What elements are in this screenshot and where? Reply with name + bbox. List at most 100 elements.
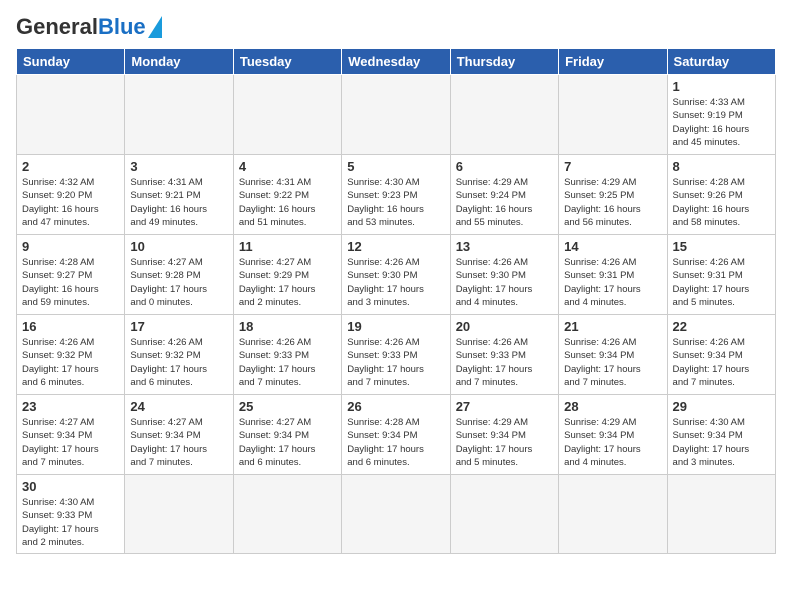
day-info: Sunrise: 4:29 AM Sunset: 9:24 PM Dayligh…	[456, 176, 553, 229]
header: GeneralBlue	[16, 16, 776, 38]
day-info: Sunrise: 4:26 AM Sunset: 9:33 PM Dayligh…	[347, 336, 444, 389]
calendar-day-cell: 13 Sunrise: 4:26 AM Sunset: 9:30 PM Dayli…	[450, 235, 558, 315]
day-info: Sunrise: 4:27 AM Sunset: 9:34 PM Dayligh…	[22, 416, 119, 469]
calendar-day-cell: 8Sunrise: 4:28 AM Sunset: 9:26 PM Daylig…	[667, 155, 775, 235]
calendar-day-cell: 1 Sunrise: 4:33 AM Sunset: 9:19 PM Daylig…	[667, 75, 775, 155]
day-info: Sunrise: 4:30 AM Sunset: 9:33 PM Dayligh…	[22, 496, 119, 549]
day-number: 11	[239, 239, 336, 254]
calendar-day-cell	[450, 475, 558, 554]
day-number: 21	[564, 319, 661, 334]
calendar-day-cell	[559, 475, 667, 554]
day-number: 7	[564, 159, 661, 174]
calendar-day-cell: 22 Sunrise: 4:26 AM Sunset: 9:34 PM Dayli…	[667, 315, 775, 395]
day-number: 5	[347, 159, 444, 174]
day-info: Sunrise: 4:31 AM Sunset: 9:21 PM Dayligh…	[130, 176, 227, 229]
calendar-day-cell	[125, 475, 233, 554]
logo-blue: Blue	[98, 14, 146, 39]
day-number: 22	[673, 319, 770, 334]
calendar-day-cell	[559, 75, 667, 155]
day-number: 1	[673, 79, 770, 94]
calendar-week-row: 1 Sunrise: 4:33 AM Sunset: 9:19 PM Daylig…	[17, 75, 776, 155]
calendar-week-row: 30Sunrise: 4:30 AM Sunset: 9:33 PM Dayli…	[17, 475, 776, 554]
day-info: Sunrise: 4:31 AM Sunset: 9:22 PM Dayligh…	[239, 176, 336, 229]
day-info: Sunrise: 4:26 AM Sunset: 9:33 PM Dayligh…	[456, 336, 553, 389]
calendar-week-row: 23Sunrise: 4:27 AM Sunset: 9:34 PM Dayli…	[17, 395, 776, 475]
day-info: Sunrise: 4:26 AM Sunset: 9:30 PM Dayligh…	[456, 256, 553, 309]
calendar-day-cell: 26Sunrise: 4:28 AM Sunset: 9:34 PM Dayli…	[342, 395, 450, 475]
calendar-day-cell: 14 Sunrise: 4:26 AM Sunset: 9:31 PM Dayli…	[559, 235, 667, 315]
day-number: 13	[456, 239, 553, 254]
logo-general: General	[16, 14, 98, 39]
day-info: Sunrise: 4:27 AM Sunset: 9:29 PM Dayligh…	[239, 256, 336, 309]
calendar-day-cell: 25 Sunrise: 4:27 AM Sunset: 9:34 PM Dayli…	[233, 395, 341, 475]
day-number: 16	[22, 319, 119, 334]
day-info: Sunrise: 4:29 AM Sunset: 9:34 PM Dayligh…	[456, 416, 553, 469]
day-number: 3	[130, 159, 227, 174]
day-number: 10	[130, 239, 227, 254]
calendar-day-cell: 23Sunrise: 4:27 AM Sunset: 9:34 PM Dayli…	[17, 395, 125, 475]
day-info: Sunrise: 4:29 AM Sunset: 9:25 PM Dayligh…	[564, 176, 661, 229]
calendar-day-cell: 16 Sunrise: 4:26 AM Sunset: 9:32 PM Dayli…	[17, 315, 125, 395]
calendar-day-cell: 6 Sunrise: 4:29 AM Sunset: 9:24 PM Daylig…	[450, 155, 558, 235]
calendar-week-row: 16 Sunrise: 4:26 AM Sunset: 9:32 PM Dayli…	[17, 315, 776, 395]
day-number: 14	[564, 239, 661, 254]
calendar-day-cell: 9 Sunrise: 4:28 AM Sunset: 9:27 PM Daylig…	[17, 235, 125, 315]
day-info: Sunrise: 4:26 AM Sunset: 9:32 PM Dayligh…	[22, 336, 119, 389]
calendar-day-cell: 5Sunrise: 4:30 AM Sunset: 9:23 PM Daylig…	[342, 155, 450, 235]
day-info: Sunrise: 4:32 AM Sunset: 9:20 PM Dayligh…	[22, 176, 119, 229]
calendar-header-row: SundayMondayTuesdayWednesdayThursdayFrid…	[17, 49, 776, 75]
logo-triangle-icon	[148, 16, 162, 38]
calendar-day-cell: 3 Sunrise: 4:31 AM Sunset: 9:21 PM Daylig…	[125, 155, 233, 235]
calendar-day-cell	[233, 75, 341, 155]
day-info: Sunrise: 4:26 AM Sunset: 9:30 PM Dayligh…	[347, 256, 444, 309]
calendar-day-cell: 27Sunrise: 4:29 AM Sunset: 9:34 PM Dayli…	[450, 395, 558, 475]
day-number: 25	[239, 399, 336, 414]
calendar-day-cell: 28 Sunrise: 4:29 AM Sunset: 9:34 PM Dayli…	[559, 395, 667, 475]
calendar-day-cell	[667, 475, 775, 554]
day-info: Sunrise: 4:26 AM Sunset: 9:31 PM Dayligh…	[564, 256, 661, 309]
day-info: Sunrise: 4:29 AM Sunset: 9:34 PM Dayligh…	[564, 416, 661, 469]
calendar-day-cell	[342, 75, 450, 155]
calendar-day-cell: 18Sunrise: 4:26 AM Sunset: 9:33 PM Dayli…	[233, 315, 341, 395]
day-info: Sunrise: 4:28 AM Sunset: 9:27 PM Dayligh…	[22, 256, 119, 309]
calendar-day-cell: 30Sunrise: 4:30 AM Sunset: 9:33 PM Dayli…	[17, 475, 125, 554]
day-number: 19	[347, 319, 444, 334]
day-info: Sunrise: 4:26 AM Sunset: 9:31 PM Dayligh…	[673, 256, 770, 309]
calendar-day-cell: 15 Sunrise: 4:26 AM Sunset: 9:31 PM Dayli…	[667, 235, 775, 315]
day-number: 6	[456, 159, 553, 174]
calendar-day-cell	[125, 75, 233, 155]
day-info: Sunrise: 4:27 AM Sunset: 9:34 PM Dayligh…	[130, 416, 227, 469]
day-info: Sunrise: 4:26 AM Sunset: 9:34 PM Dayligh…	[673, 336, 770, 389]
calendar-day-cell	[17, 75, 125, 155]
calendar-day-cell	[342, 475, 450, 554]
day-info: Sunrise: 4:30 AM Sunset: 9:34 PM Dayligh…	[673, 416, 770, 469]
calendar-day-cell	[233, 475, 341, 554]
day-number: 9	[22, 239, 119, 254]
day-number: 17	[130, 319, 227, 334]
column-header-tuesday: Tuesday	[233, 49, 341, 75]
day-info: Sunrise: 4:26 AM Sunset: 9:32 PM Dayligh…	[130, 336, 227, 389]
day-info: Sunrise: 4:27 AM Sunset: 9:34 PM Dayligh…	[239, 416, 336, 469]
day-number: 8	[673, 159, 770, 174]
calendar-week-row: 2 Sunrise: 4:32 AM Sunset: 9:20 PM Daylig…	[17, 155, 776, 235]
day-number: 24	[130, 399, 227, 414]
day-number: 28	[564, 399, 661, 414]
calendar-day-cell: 2 Sunrise: 4:32 AM Sunset: 9:20 PM Daylig…	[17, 155, 125, 235]
day-number: 20	[456, 319, 553, 334]
column-header-monday: Monday	[125, 49, 233, 75]
column-header-sunday: Sunday	[17, 49, 125, 75]
logo: GeneralBlue	[16, 16, 162, 38]
day-number: 2	[22, 159, 119, 174]
day-info: Sunrise: 4:28 AM Sunset: 9:34 PM Dayligh…	[347, 416, 444, 469]
calendar-day-cell: 10Sunrise: 4:27 AM Sunset: 9:28 PM Dayli…	[125, 235, 233, 315]
day-info: Sunrise: 4:26 AM Sunset: 9:33 PM Dayligh…	[239, 336, 336, 389]
calendar-day-cell: 7 Sunrise: 4:29 AM Sunset: 9:25 PM Daylig…	[559, 155, 667, 235]
calendar-day-cell: 29Sunrise: 4:30 AM Sunset: 9:34 PM Dayli…	[667, 395, 775, 475]
day-number: 4	[239, 159, 336, 174]
calendar-day-cell: 21Sunrise: 4:26 AM Sunset: 9:34 PM Dayli…	[559, 315, 667, 395]
column-header-wednesday: Wednesday	[342, 49, 450, 75]
calendar-table: SundayMondayTuesdayWednesdayThursdayFrid…	[16, 48, 776, 554]
day-number: 15	[673, 239, 770, 254]
logo-text: GeneralBlue	[16, 16, 146, 38]
day-info: Sunrise: 4:33 AM Sunset: 9:19 PM Dayligh…	[673, 96, 770, 149]
